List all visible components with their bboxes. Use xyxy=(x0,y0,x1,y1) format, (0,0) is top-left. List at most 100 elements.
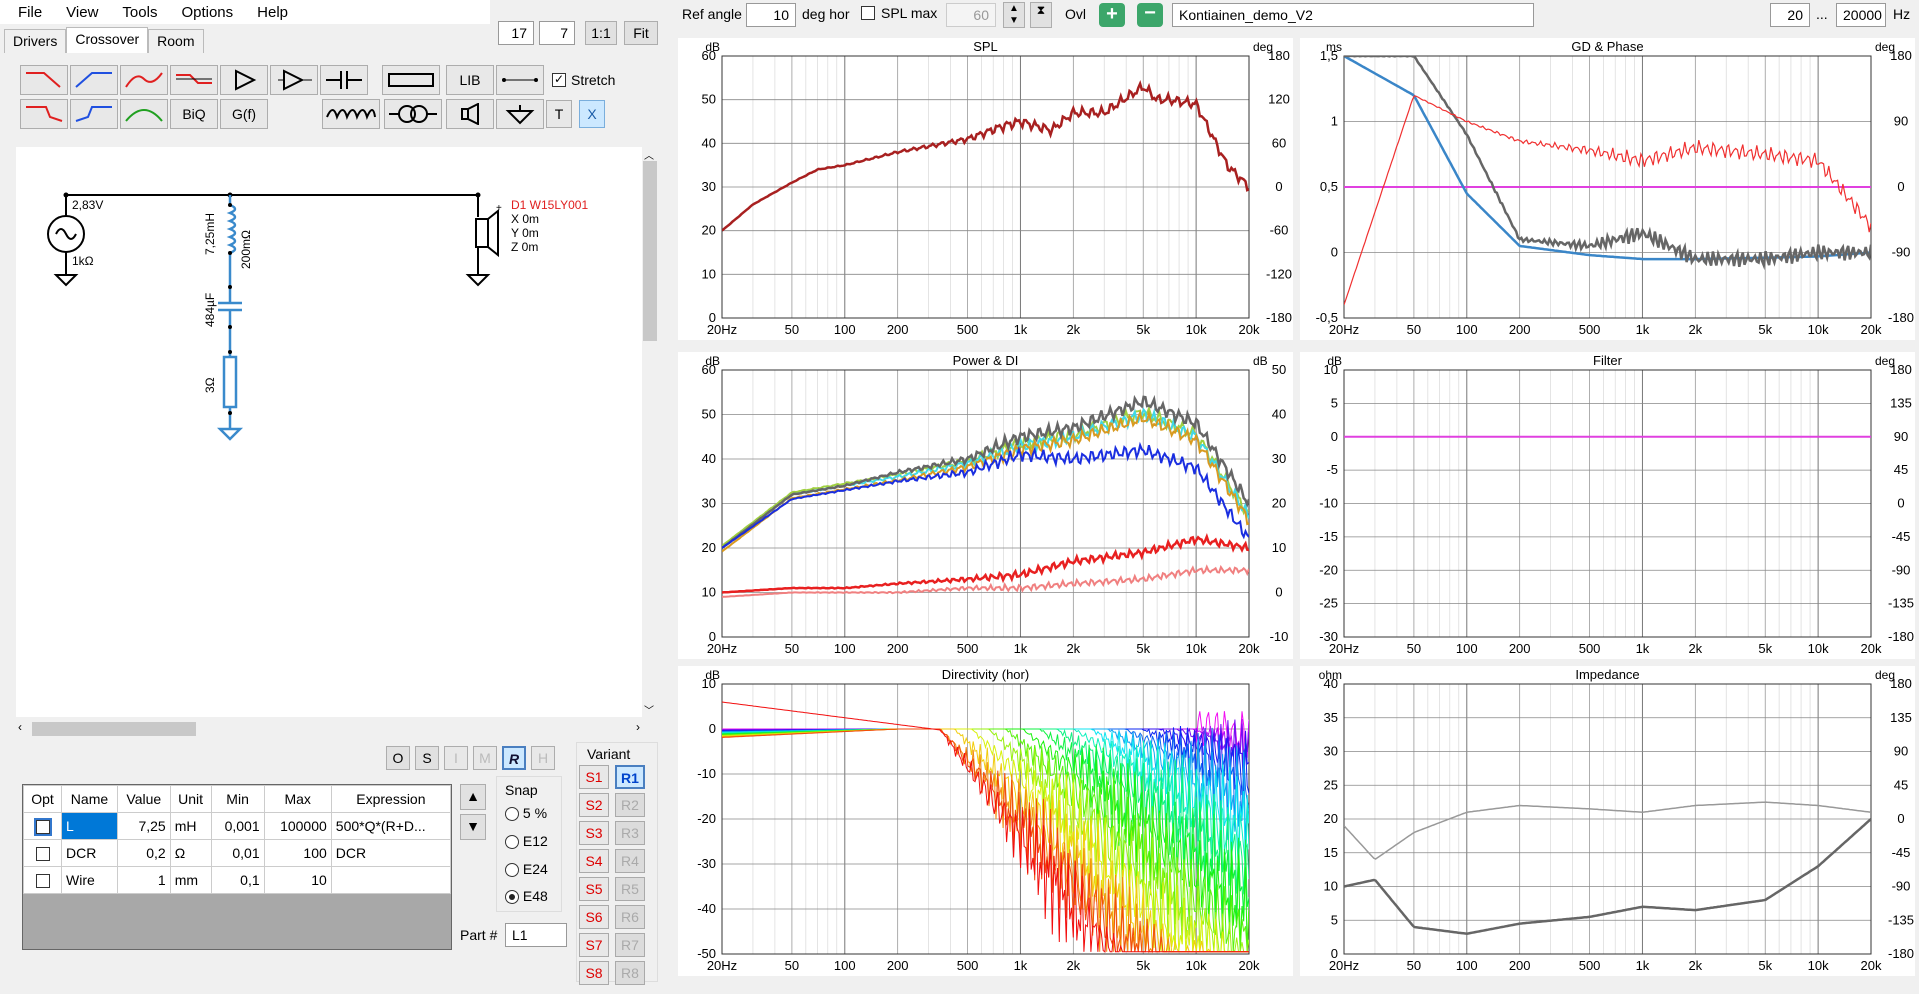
zoom-fit-button[interactable]: Fit xyxy=(624,21,658,45)
mode-m-button[interactable]: M xyxy=(473,746,497,770)
table-cell[interactable]: 0,1 xyxy=(210,866,265,894)
table-cell[interactable]: 7,25 xyxy=(116,812,171,840)
transformer-button[interactable] xyxy=(384,99,442,129)
inductor-button[interactable] xyxy=(322,99,380,129)
tab-drivers[interactable]: Drivers xyxy=(4,29,67,53)
stretch-option[interactable]: ✓ Stretch xyxy=(552,72,615,88)
transfer-function-button[interactable]: G(f) xyxy=(220,99,268,129)
highpass2-blue-button[interactable] xyxy=(70,99,118,129)
lowpass1-red-button[interactable] xyxy=(20,65,68,95)
filter-chart[interactable]: Filter dB deg 10 5 0 -5 -10 -15 -20 -25 -30 180 135 90… xyxy=(1300,352,1915,659)
stretch-checkbox[interactable]: ✓ xyxy=(552,73,566,87)
spin-down-icon[interactable]: ▼ xyxy=(1009,15,1019,26)
spl-max-checkbox[interactable] xyxy=(861,6,875,20)
table-cell[interactable]: 0,2 xyxy=(116,839,171,867)
mode-h-button[interactable]: H xyxy=(531,746,555,770)
optimize-checkbox[interactable] xyxy=(33,818,52,837)
menu-options[interactable]: Options xyxy=(169,4,245,21)
spl-chart[interactable]: SPL dB deg 60 50 40 30 20 10 0 180 120 60 0 -60 -120 -18… xyxy=(678,38,1293,340)
highpass1-blue-button[interactable] xyxy=(70,65,118,95)
snap-e24-option[interactable]: E24 xyxy=(505,861,548,878)
variant-s3-button[interactable]: S3 xyxy=(579,821,609,845)
table-cell[interactable] xyxy=(330,866,452,894)
variant-r1-button[interactable]: R1 xyxy=(615,765,645,789)
move-down-button[interactable]: ▼ xyxy=(460,814,486,840)
overlay-remove-button[interactable]: − xyxy=(1137,3,1163,27)
scroll-up-icon[interactable]: ︿ xyxy=(644,147,654,162)
table-cell[interactable]: 10 xyxy=(263,866,332,894)
menu-help[interactable]: Help xyxy=(245,4,300,21)
tab-room[interactable]: Room xyxy=(148,29,204,53)
table-cell[interactable]: 0,001 xyxy=(210,812,265,840)
move-up-button[interactable]: ▲ xyxy=(460,784,486,810)
schematic-vertical-scrollbar[interactable]: ︿ ﹀ xyxy=(642,147,658,717)
snap-e48-option[interactable]: E48 xyxy=(505,888,548,905)
biquad-button[interactable]: BiQ xyxy=(170,99,218,129)
lowpass2-red-button[interactable] xyxy=(20,99,68,129)
variant-r6-button[interactable]: R6 xyxy=(615,905,645,929)
scroll-left-icon[interactable]: ‹ xyxy=(18,720,22,734)
spin-up-icon[interactable]: ▲ xyxy=(1009,3,1019,14)
zoom-b-field[interactable]: 7 xyxy=(539,21,575,45)
buffer-button[interactable] xyxy=(270,65,318,95)
snap-5pct-option[interactable]: 5 % xyxy=(505,805,547,822)
freq-min-field[interactable]: 20 xyxy=(1770,3,1810,27)
hscroll-thumb[interactable] xyxy=(32,722,196,736)
spl-max-option[interactable]: SPL max xyxy=(861,5,937,21)
variant-r8-button[interactable]: R8 xyxy=(615,961,645,985)
table-cell[interactable]: 0,01 xyxy=(210,839,265,867)
part-number-field[interactable]: L1 xyxy=(505,923,567,947)
menu-tools[interactable]: Tools xyxy=(110,4,169,21)
impedance-chart[interactable]: Impedance ohm deg 40 35 30 25 20 15 10 5 0 180 135 90 4… xyxy=(1300,666,1915,976)
mode-o-button[interactable]: O xyxy=(386,746,410,770)
variant-s8-button[interactable]: S8 xyxy=(579,961,609,985)
schematic-horizontal-scrollbar[interactable]: ‹ › xyxy=(16,718,642,740)
spl-spinner[interactable]: ▲ ▼ xyxy=(1003,2,1025,28)
table-cell[interactable]: 500*Q*(R+D... xyxy=(330,812,452,840)
snap-e12-radio[interactable] xyxy=(505,835,519,850)
table-cell[interactable]: Wire xyxy=(61,866,118,894)
snap-e24-radio[interactable] xyxy=(505,863,519,878)
overlay-add-button[interactable]: + xyxy=(1099,3,1125,27)
variant-r2-button[interactable]: R2 xyxy=(615,793,645,817)
autoscale-button[interactable]: ⧗ xyxy=(1030,2,1052,28)
variant-s2-button[interactable]: S2 xyxy=(579,793,609,817)
bandpass-red-button[interactable] xyxy=(120,65,168,95)
tab-crossover[interactable]: Crossover xyxy=(66,27,149,53)
optimize-checkbox[interactable] xyxy=(35,874,50,889)
snap-e12-option[interactable]: E12 xyxy=(505,833,548,850)
schematic-canvas[interactable]: 2,83V 1kΩ 7,25mH 200mΩ 484µF 3Ω D1 W15LY… xyxy=(16,147,650,717)
variant-r7-button[interactable]: R7 xyxy=(615,933,645,957)
mode-s-button[interactable]: S xyxy=(415,746,439,770)
variant-r5-button[interactable]: R5 xyxy=(615,877,645,901)
table-row[interactable]: Wire 1 mm 0,1 10 xyxy=(22,866,452,894)
text-button[interactable]: T xyxy=(546,100,572,128)
resistor-button[interactable] xyxy=(382,65,440,95)
snap-e48-radio[interactable] xyxy=(505,890,519,905)
capacitor-button[interactable] xyxy=(320,65,368,95)
menu-file[interactable]: File xyxy=(6,4,54,21)
project-name-field[interactable]: Kontiainen_demo_V2 xyxy=(1172,3,1534,27)
menu-view[interactable]: View xyxy=(54,4,110,21)
zoom-a-field[interactable]: 17 xyxy=(498,21,534,45)
scroll-down-icon[interactable]: ﹀ xyxy=(644,702,654,717)
scroll-right-icon[interactable]: › xyxy=(636,720,640,734)
ground-button[interactable] xyxy=(496,99,544,129)
mode-i-button[interactable]: I xyxy=(444,746,468,770)
variant-r4-button[interactable]: R4 xyxy=(615,849,645,873)
shelf-button[interactable] xyxy=(170,65,218,95)
amplifier-button[interactable] xyxy=(220,65,268,95)
zoom-1to1-button[interactable]: 1:1 xyxy=(585,21,617,45)
delete-button[interactable]: X xyxy=(579,100,605,128)
snap-5pct-radio[interactable] xyxy=(505,807,519,822)
table-row[interactable]: L 7,25 mH 0,001 100000 500*Q*(R+D... xyxy=(22,812,452,840)
directivity-chart[interactable]: Directivity (hor) dB 10 0 -10 -20 -30 -40 -50 20H… xyxy=(678,666,1293,976)
table-cell[interactable]: L xyxy=(61,812,118,840)
table-cell[interactable]: 1 xyxy=(116,866,171,894)
library-button[interactable]: LIB xyxy=(446,65,494,95)
table-cell[interactable]: DCR xyxy=(330,839,452,867)
freq-max-field[interactable]: 20000 xyxy=(1836,3,1886,27)
table-cell[interactable]: 100 xyxy=(263,839,332,867)
wire-button[interactable] xyxy=(496,65,544,95)
gd-phase-chart[interactable]: GD & Phase ms deg 1,5 1 0,5 0 -0,5 180 90 0 -90 -180… xyxy=(1300,38,1915,340)
